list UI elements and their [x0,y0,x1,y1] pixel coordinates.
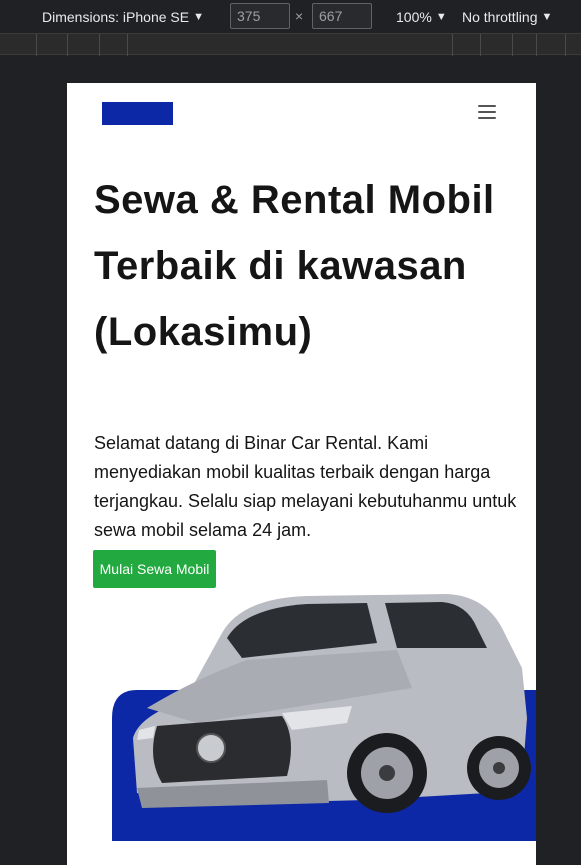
zoom-label: 100% [396,8,432,25]
viewport-width-input[interactable]: 375 [230,3,290,29]
hamburger-menu-icon[interactable] [478,105,496,119]
dimension-separator: × [295,8,304,24]
zoom-select[interactable]: 100% ▼ [396,0,447,33]
viewport-height-input[interactable]: 667 [312,3,372,29]
car-illustration [112,594,536,841]
chevron-down-icon: ▼ [541,10,553,23]
device-select[interactable]: Dimensions: iPhone SE ▼ [42,0,204,33]
hero-title: Sewa & Rental Mobil Terbaik di kawasan (… [94,178,495,354]
throttling-select[interactable]: No throttling ▼ [462,0,552,33]
chevron-down-icon: ▼ [435,10,447,23]
hero-description: Selamat datang di Binar Car Rental. Kami… [94,433,517,540]
device-select-label: Dimensions: iPhone SE [42,8,190,25]
brand-logo[interactable] [102,102,173,125]
hero-car-image [67,588,536,865]
media-query-ruler [0,33,581,56]
devtools-device-toolbar: Dimensions: iPhone SE ▼ 375 × 667 100% ▼… [0,0,581,33]
throttling-label: No throttling [462,8,538,25]
start-rent-button[interactable]: Mulai Sewa Mobil [93,550,216,588]
device-viewport: Sewa & Rental Mobil Terbaik di kawasan (… [67,83,536,865]
chevron-down-icon: ▼ [193,10,204,23]
